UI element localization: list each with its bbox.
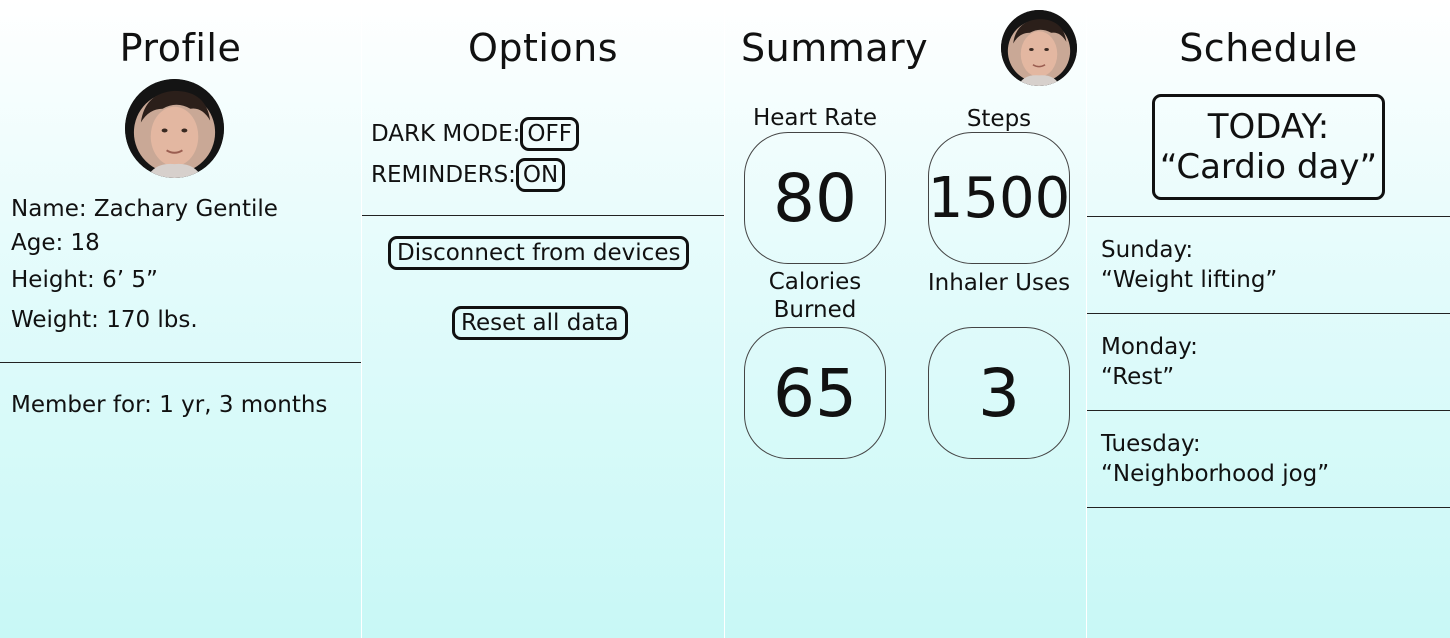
profile-title: Profile [119,26,242,70]
schedule-item-sunday[interactable]: Sunday: “Weight lifting” [1101,235,1277,295]
profile-name: Name: Zachary Gentile [11,196,278,222]
inhaler-value: 3 [928,327,1070,459]
schedule-divider [1087,216,1450,217]
reminders-toggle[interactable]: ON [515,158,566,192]
options-divider [362,215,724,216]
profile-divider [0,362,361,363]
reminders-label: REMINDERS: [371,162,516,188]
summary-panel: Summary Heart Rate 80 Steps 1500 Calorie… [725,0,1086,638]
avatar-icon [1001,10,1077,86]
profile-height: Height: 6’ 5” [11,267,158,293]
schedule-panel: Schedule TODAY: “Cardio day” Sunday: “We… [1087,0,1450,638]
schedule-item-tuesday[interactable]: Tuesday: “Neighborhood jog” [1101,429,1329,489]
today-label: TODAY: [1207,107,1330,147]
schedule-divider [1087,507,1450,508]
reminders-row: REMINDERS: ON [371,158,566,192]
reset-data-button[interactable]: Reset all data [452,306,628,340]
schedule-divider [1087,410,1450,411]
dark-mode-row: DARK MODE: OFF [371,117,579,151]
schedule-divider [1087,313,1450,314]
heart-rate-value: 80 [744,132,886,264]
steps-value: 1500 [928,132,1070,264]
options-title: Options [467,26,619,70]
schedule-activity: “Weight lifting” [1101,267,1278,293]
profile-member-duration: Member for: 1 yr, 3 months [11,392,328,418]
schedule-activity: “Rest” [1101,364,1175,390]
profile-age: Age: 18 [11,230,100,256]
steps-label: Steps [966,106,1032,132]
calories-label: Calories Burned [768,269,862,323]
schedule-day: Tuesday: [1101,431,1201,457]
schedule-item-monday[interactable]: Monday: “Rest” [1101,332,1198,392]
inhaler-label: Inhaler Uses [927,270,1071,296]
summary-avatar[interactable] [1001,10,1077,86]
heart-rate-label: Heart Rate [752,105,878,131]
summary-title: Summary [741,26,929,70]
profile-avatar [125,79,224,178]
dark-mode-label: DARK MODE: [371,121,521,147]
today-card[interactable]: TODAY: “Cardio day” [1152,94,1385,200]
disconnect-devices-button[interactable]: Disconnect from devices [388,236,690,270]
schedule-day: Monday: [1101,334,1198,360]
profile-weight: Weight: 170 lbs. [11,307,198,333]
calories-value: 65 [744,327,886,459]
dark-mode-toggle[interactable]: OFF [520,117,579,151]
today-activity: “Cardio day” [1159,147,1378,187]
schedule-day: Sunday: [1101,237,1194,263]
options-panel: Options DARK MODE: OFF REMINDERS: ON Dis… [362,0,724,638]
avatar-icon [125,79,224,178]
schedule-activity: “Neighborhood jog” [1101,461,1330,487]
schedule-title: Schedule [1179,26,1358,70]
profile-panel: Profile Name: Zachary Gentile Age: 18 He… [0,0,361,638]
